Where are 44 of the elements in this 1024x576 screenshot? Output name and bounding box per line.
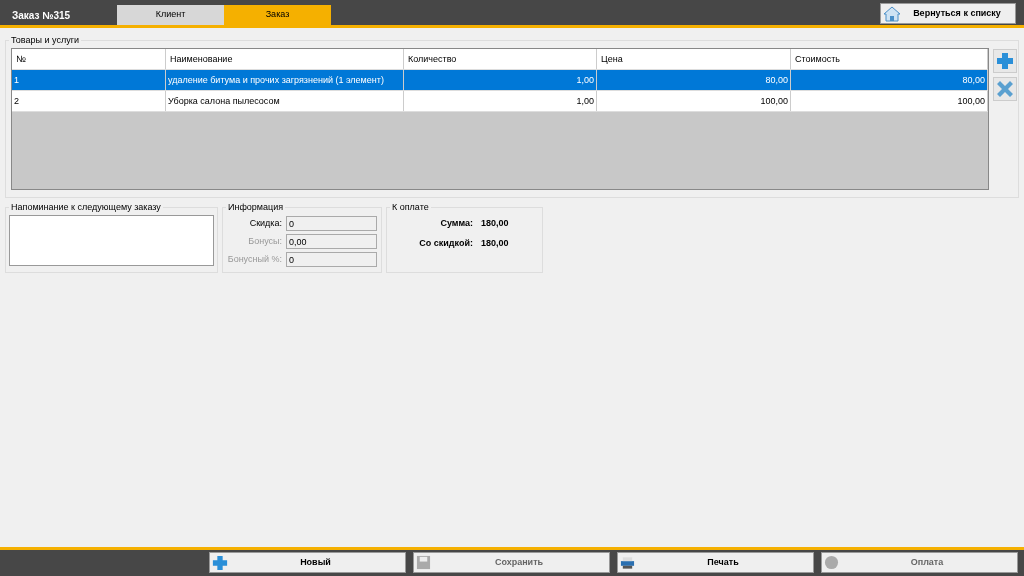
back-button[interactable]: Вернуться к списку	[880, 3, 1016, 24]
table-cell: 80,00	[791, 70, 988, 90]
column-header: Стоимость	[791, 49, 988, 69]
field-label: Скидка:	[248, 216, 282, 230]
table-cell: 80,00	[597, 70, 791, 90]
table-cell: 2	[12, 91, 166, 111]
panel-title: Товары и услуги	[9, 34, 81, 48]
table-cell: 100,00	[791, 91, 988, 111]
cross-icon	[996, 80, 1014, 98]
table-cell: 1,00	[404, 91, 597, 111]
table-cell: Уборка салона пылесосом	[166, 91, 404, 111]
panel-title: Напоминание к следующему заказу	[9, 201, 163, 215]
table-cell: 100,00	[597, 91, 791, 111]
plus-icon	[212, 554, 228, 571]
table-cell: 1,00	[404, 70, 597, 90]
input-field[interactable]: 0	[286, 216, 377, 231]
total-value: 180,00	[481, 236, 509, 250]
table-row[interactable]: 2 Уборка салона пылесосом 1,00 100,00 100,00	[12, 91, 988, 112]
window-title: Заказ №315	[11, 9, 72, 23]
table-cell: 1	[12, 70, 166, 90]
printer-icon	[620, 555, 635, 570]
new-button[interactable]: Новый	[209, 552, 406, 573]
floppy-icon	[416, 555, 431, 570]
reminder-field[interactable]	[9, 215, 214, 266]
print-button[interactable]: Печать	[617, 552, 814, 573]
plus-icon	[996, 52, 1014, 70]
home-icon	[883, 5, 901, 22]
column-header: Цена	[597, 49, 791, 69]
column-header: Наименование	[166, 49, 404, 69]
tab[interactable]: Заказ	[224, 5, 331, 25]
panel-title: Информация	[226, 201, 286, 215]
coin-icon	[824, 555, 839, 570]
tab[interactable]: Клиент	[117, 5, 224, 25]
table-cell: удаление битума и прочих загрязнений (1 элемент)	[166, 70, 404, 90]
add-button[interactable]	[993, 49, 1017, 73]
table-row[interactable]: 1 удаление битума и прочих загрязнений (1 элемент) 1,00 80,00 80,00	[12, 70, 988, 91]
total-label: Сумма:	[439, 217, 473, 230]
total-label: Со скидкой:	[418, 236, 473, 250]
column-header: Количество	[404, 49, 597, 69]
field-label: Бонусы:	[247, 234, 282, 248]
delete-button[interactable]	[993, 77, 1017, 101]
field-label: Бонусный %:	[226, 252, 282, 266]
total-value: 180,00	[481, 217, 509, 230]
column-header: №	[12, 49, 166, 69]
